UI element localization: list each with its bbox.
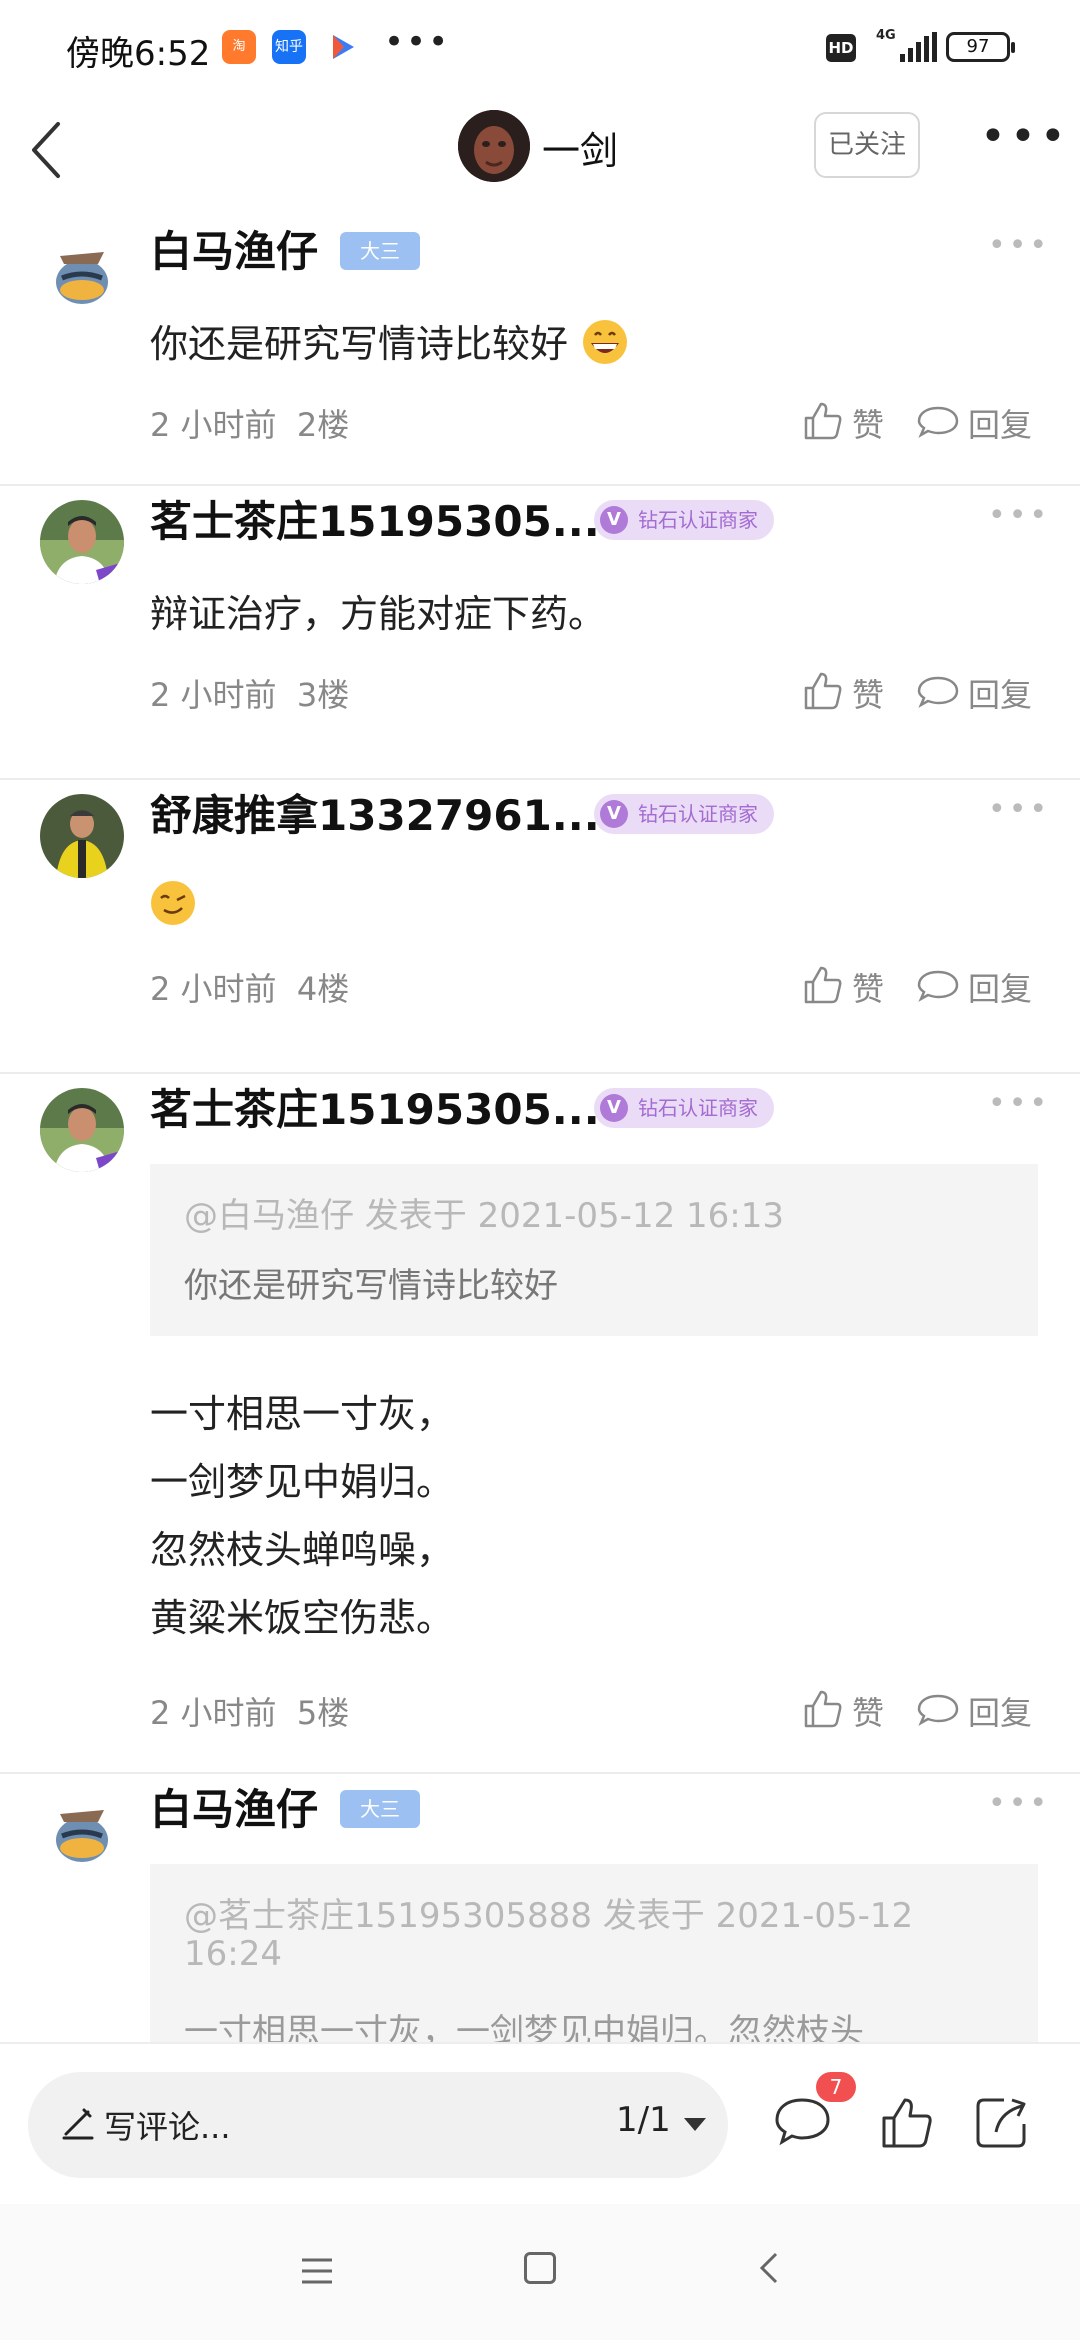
- post-more-icon[interactable]: •••: [988, 1786, 1050, 1821]
- comment-item: 茗士茶庄15195305... V 钻石认证商家 ••• 辩证治疗，方能对症下药。…: [0, 486, 1080, 780]
- comment-meta: 2 小时前 4楼: [150, 970, 350, 1008]
- system-nav-bar: [0, 2204, 1080, 2340]
- nav-back-icon[interactable]: [756, 2250, 780, 2286]
- quoted-comment[interactable]: @白马渔仔 发表于 2021-05-12 16:13 你还是研究写情诗比较好: [150, 1164, 1038, 1336]
- chat-bubble-icon: [917, 406, 959, 438]
- video-icon: [324, 30, 358, 64]
- chat-bubble-icon: [917, 1694, 959, 1726]
- home-icon[interactable]: [524, 2252, 556, 2284]
- merchant-badge: V 钻石认证商家: [594, 500, 774, 540]
- author-name[interactable]: 白马渔仔: [150, 218, 318, 279]
- quote-text: 一寸相思一寸灰，一剑梦见中娟归。忽然枝头: [184, 2012, 864, 2042]
- quote-header: @白马渔仔 发表于 2021-05-12 16:13: [184, 1196, 784, 1236]
- merchant-badge: V 钻石认证商家: [594, 794, 774, 834]
- avatar[interactable]: [40, 500, 124, 584]
- thumbs-up-icon: [804, 402, 842, 440]
- comments-icon[interactable]: [774, 2094, 830, 2150]
- verified-v-icon: V: [600, 506, 628, 534]
- taobao-icon: 淘: [222, 30, 256, 64]
- comment-item: 白马渔仔 大三 ••• @茗士茶庄15195305888 发表于 2021-05…: [0, 1774, 1080, 2042]
- author-name[interactable]: 茗士茶庄15195305...: [150, 488, 600, 549]
- chat-bubble-icon: [917, 676, 959, 708]
- level-badge: 大三: [340, 1790, 420, 1828]
- thumbs-up-icon: [804, 1690, 842, 1728]
- post-more-icon[interactable]: •••: [988, 792, 1050, 827]
- comment-text: 你还是研究写情诗比较好: [150, 310, 628, 378]
- more-options-icon[interactable]: •••: [980, 115, 1066, 166]
- comment-placeholder: 写评论...: [104, 2108, 231, 2146]
- status-more-icon: •••: [384, 22, 451, 62]
- thumbs-up-icon: [804, 672, 842, 710]
- comment-count-badge: 7: [816, 2072, 856, 2102]
- comment-text: 辩证治疗，方能对症下药。: [150, 592, 607, 636]
- comment-meta: 2 小时前 5楼: [150, 1694, 350, 1732]
- network-type: 4G: [876, 28, 896, 43]
- author-name[interactable]: 茗士茶庄15195305...: [150, 1076, 600, 1137]
- caret-down-icon[interactable]: [684, 2118, 706, 2131]
- comment-meta: 2 小时前 3楼: [150, 676, 350, 714]
- top-nav-bar: 一剑 已关注 •••: [0, 96, 1080, 216]
- post-more-icon[interactable]: •••: [988, 228, 1050, 263]
- avatar[interactable]: [40, 230, 124, 314]
- comment-text: 一寸相思一寸灰， 一剑梦见中娟归。 忽然枝头蝉鸣噪， 黄粱米饭空伤悲。: [150, 1392, 455, 1640]
- post-more-icon[interactable]: •••: [988, 1086, 1050, 1121]
- avatar[interactable]: [40, 794, 124, 878]
- comment-item: 舒康推拿13327961... V 钻石认证商家 ••• 2 小时前 4楼 赞 回…: [0, 780, 1080, 1074]
- hd-icon: HD: [826, 34, 856, 62]
- author-name[interactable]: 白马渔仔: [150, 1776, 318, 1837]
- battery-icon: 97: [946, 32, 1015, 62]
- page-indicator[interactable]: 1/1: [616, 2100, 671, 2140]
- status-bar: 傍晚6:52 淘 知乎 ••• HD 4G 97: [0, 0, 1080, 96]
- smirking-face-emoji: [151, 881, 195, 925]
- pencil-icon: [62, 2108, 94, 2140]
- user-name[interactable]: 一剑: [542, 120, 618, 175]
- comment-item: 白马渔仔 大三 ••• 你还是研究写情诗比较好 2 小时前 2楼 赞 回复: [0, 216, 1080, 486]
- user-avatar[interactable]: [458, 110, 530, 182]
- quote-header-cont: 16:24: [184, 1934, 282, 1974]
- signal-icon: [900, 32, 937, 62]
- chat-bubble-icon: [917, 970, 959, 1002]
- back-button[interactable]: [18, 112, 84, 188]
- verified-v-icon: V: [600, 1094, 628, 1122]
- follow-button[interactable]: 已关注: [814, 112, 920, 178]
- quote-text: 你还是研究写情诗比较好: [184, 1266, 558, 1306]
- avatar[interactable]: [40, 1788, 124, 1872]
- verified-v-icon: V: [600, 800, 628, 828]
- share-icon[interactable]: [974, 2094, 1030, 2150]
- bottom-action-bar: 写评论... 1/1 7: [0, 2042, 1080, 2204]
- avatar[interactable]: [40, 1088, 124, 1172]
- merchant-badge: V 钻石认证商家: [594, 1088, 774, 1128]
- quoted-comment[interactable]: @茗士茶庄15195305888 发表于 2021-05-12 16:24 一寸…: [150, 1864, 1038, 2042]
- comment-meta: 2 小时前 2楼: [150, 406, 350, 444]
- comment-feed[interactable]: 白马渔仔 大三 ••• 你还是研究写情诗比较好 2 小时前 2楼 赞 回复 茗士…: [0, 216, 1080, 2042]
- grinning-face-emoji: [583, 320, 628, 364]
- recents-menu-icon[interactable]: [300, 2256, 334, 2286]
- thumbs-up-icon[interactable]: [878, 2094, 934, 2150]
- comment-input[interactable]: 写评论... 1/1: [28, 2072, 728, 2178]
- chevron-left-icon: [32, 122, 60, 178]
- level-badge: 大三: [340, 232, 420, 270]
- post-more-icon[interactable]: •••: [988, 498, 1050, 533]
- comment-item: 茗士茶庄15195305... V 钻石认证商家 ••• @白马渔仔 发表于 20…: [0, 1074, 1080, 1774]
- zhihu-icon: 知乎: [272, 30, 306, 64]
- quote-header: @茗士茶庄15195305888 发表于 2021-05-12: [184, 1896, 914, 1936]
- author-name[interactable]: 舒康推拿13327961...: [150, 782, 600, 843]
- status-time: 傍晚6:52: [66, 34, 211, 74]
- thumbs-up-icon: [804, 966, 842, 1004]
